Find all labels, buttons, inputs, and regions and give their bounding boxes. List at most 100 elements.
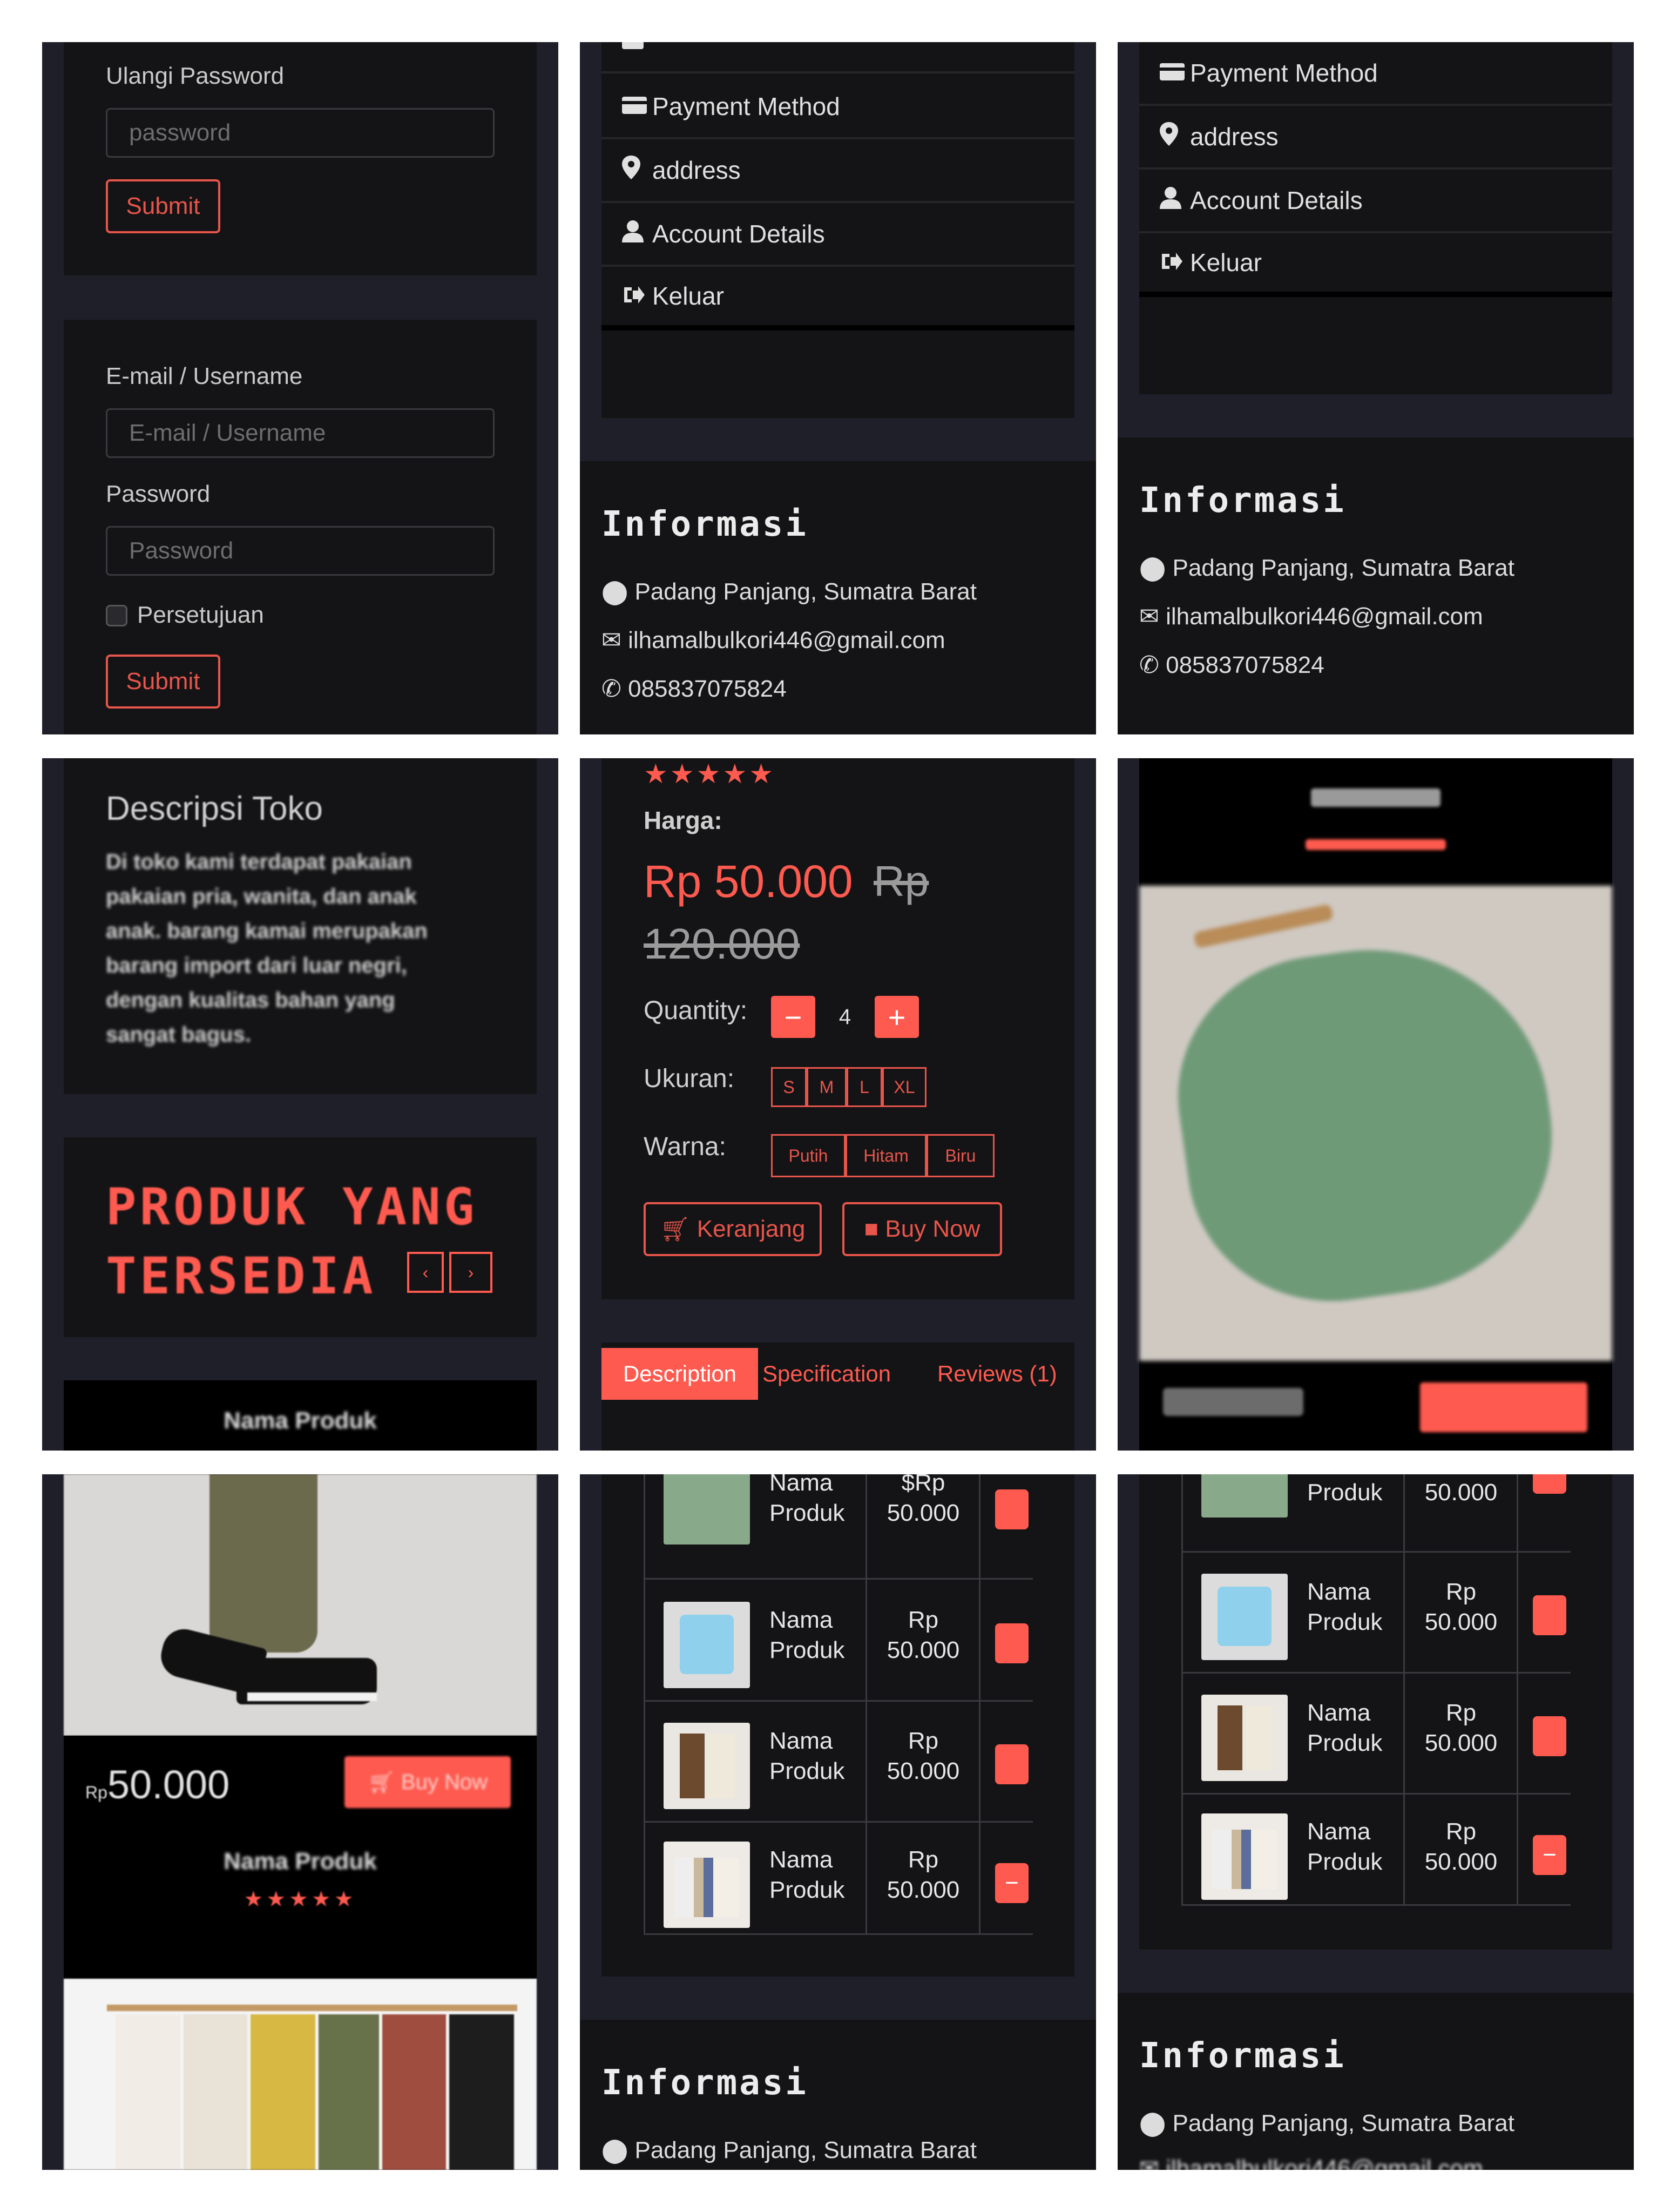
trash-icon[interactable]: [995, 1489, 1029, 1529]
remove-button[interactable]: −: [995, 1863, 1029, 1903]
menu-item-account[interactable]: Account Details: [1139, 170, 1612, 233]
repeat-password-input[interactable]: password: [106, 108, 495, 158]
menu-item-logout[interactable]: Keluar: [1139, 233, 1612, 297]
old-price: 120.000: [644, 920, 800, 968]
panel-product-card-blurred: [1118, 758, 1634, 1451]
password-input[interactable]: Password: [106, 526, 495, 576]
product-card: Nama Produk: [64, 1380, 537, 1451]
buy-now-button[interactable]: 🛒︎ Buy Now: [344, 1756, 511, 1808]
description-card: Descripsi Toko Di toko kami terdapat pak…: [64, 758, 537, 1094]
chevron-left-icon[interactable]: ‹: [407, 1252, 444, 1293]
trash-icon[interactable]: [1533, 1474, 1566, 1494]
product-price: Rp50.000: [1424, 1818, 1498, 1875]
color-option-blue[interactable]: Biru: [927, 1134, 995, 1177]
account-menu: Payment Method address Account Details K…: [1139, 42, 1612, 394]
color-option-white[interactable]: Putih: [771, 1134, 846, 1177]
minus-icon[interactable]: −: [771, 996, 815, 1038]
menu-item-address[interactable]: address: [601, 139, 1074, 203]
info-location: ⬤ Padang Panjang, Sumatra Barat: [601, 578, 977, 605]
info-title: Informasi: [601, 2063, 808, 2103]
menu-label: Account Details: [1190, 186, 1363, 214]
product-name: Nama Produk: [769, 1728, 845, 1784]
color-label: Warna:: [644, 1132, 726, 1161]
cart-icon: 🛒︎: [660, 1216, 697, 1243]
minus-icon: −: [1005, 1870, 1019, 1896]
panel-product-detail: ★★★★★ Harga: Rp 50.000 Rp 120.000 Quanti…: [580, 758, 1096, 1451]
table-row: Nama Produk Rp 50.000 −: [1183, 1794, 1571, 1904]
menu-item-address[interactable]: address: [1139, 106, 1612, 170]
panel-store-description: Descripsi Toko Di toko kami terdapat pak…: [42, 758, 558, 1451]
product-name: [1139, 788, 1612, 810]
trash-icon[interactable]: [1533, 1716, 1566, 1756]
product-name: Nama Produk: [769, 1474, 845, 1526]
size-option-l[interactable]: L: [847, 1067, 882, 1107]
product-name: Nama Produk: [769, 1846, 845, 1903]
table-row: Nama Produk Rp 50.000 −: [645, 1822, 1033, 1933]
buy-now-button[interactable]: [1420, 1382, 1587, 1432]
info-location: ⬤ Padang Panjang, Sumatra Barat: [601, 2137, 977, 2163]
menu-item-payment[interactable]: Payment Method: [601, 76, 1074, 139]
menu-label: Payment Method: [1190, 59, 1378, 87]
submit-button[interactable]: Submit: [106, 179, 220, 233]
tab-description[interactable]: Description: [601, 1348, 758, 1400]
tab-reviews[interactable]: Reviews (1): [937, 1348, 1057, 1400]
password-label: Password: [106, 481, 211, 507]
info-footer: Informasi ⬤ Padang Panjang, Sumatra Bara…: [1118, 437, 1634, 734]
info-email: ✉ ilhamalbulkori446@gmail.com: [601, 627, 945, 653]
cart-card: Nama Produk $Rp 50.000 Nama Produk Rp 50.000…: [601, 1474, 1074, 1977]
panel-cart-table-2: Produk 50.000 Nama Produk Rp 50.000 Nama Pr…: [1118, 1474, 1634, 2170]
info-footer: Informasi ⬤ Padang Panjang, Sumatra Bara…: [1118, 1993, 1634, 2170]
trash-icon[interactable]: [995, 1744, 1029, 1784]
product-price: Rp50.000: [1424, 1579, 1498, 1635]
consent-checkbox[interactable]: [106, 605, 127, 626]
consent-label: Persetujuan: [137, 602, 264, 628]
account-menu: Payment Method address Account Details K…: [601, 42, 1074, 418]
product-thumbnail: [1201, 1574, 1288, 1660]
table-row: Produk 50.000: [1183, 1474, 1571, 1553]
trash-icon[interactable]: [1533, 1595, 1566, 1635]
map-marker-icon: ⬤: [601, 2137, 635, 2163]
chevron-right-icon[interactable]: ›: [449, 1252, 492, 1293]
cart-card: Produk 50.000 Nama Produk Rp 50.000 Nama Pr…: [1139, 1474, 1612, 1950]
color-option-black[interactable]: Hitam: [846, 1134, 927, 1177]
product-name: Nama Produk: [224, 1407, 377, 1434]
envelope-icon: ✉: [1139, 2155, 1166, 2170]
rating-stars: [1139, 839, 1612, 850]
tab-specification[interactable]: Specification: [762, 1348, 891, 1400]
menu-item-orders[interactable]: [601, 42, 1074, 73]
credit-card-icon: [1160, 58, 1190, 87]
info-title: Informasi: [601, 504, 808, 544]
size-option-m[interactable]: M: [807, 1067, 847, 1107]
table-row: Nama Produk Rp 50.000: [1183, 1552, 1571, 1674]
buy-now-button[interactable]: ■ Buy Now: [842, 1202, 1002, 1256]
table-row: Nama Produk Rp 50.000: [1183, 1673, 1571, 1795]
add-to-cart-button[interactable]: 🛒︎ Keranjang: [644, 1202, 822, 1256]
email-label: E-mail / Username: [106, 363, 303, 389]
menu-label: address: [652, 156, 741, 184]
product-thumbnail: [664, 1842, 750, 1928]
remove-button[interactable]: −: [1533, 1835, 1566, 1875]
menu-item-payment[interactable]: Payment Method: [1139, 42, 1612, 106]
panel-account-menu-2: Payment Method address Account Details K…: [1118, 42, 1634, 734]
size-option-xl[interactable]: XL: [882, 1067, 927, 1107]
description-text: Di toko kami terdapat pakaian pakaian pr…: [106, 850, 428, 1047]
submit-button[interactable]: Submit: [106, 655, 220, 709]
map-marker-icon: ⬤: [1139, 2110, 1173, 2136]
panel-account-menu: Payment Method address Account Details K…: [580, 42, 1096, 734]
user-icon: [622, 219, 652, 248]
product-card: Rp50.000 🛒︎ Buy Now Nama Produk ★★★★★: [64, 1736, 537, 1979]
menu-item-account[interactable]: Account Details: [601, 203, 1074, 267]
product-price: [1163, 1388, 1303, 1416]
product-price: Rp50.000: [887, 1846, 960, 1903]
plus-icon[interactable]: +: [875, 996, 919, 1038]
user-icon: [1160, 186, 1190, 215]
menu-item-logout[interactable]: Keluar: [601, 267, 1074, 331]
quantity-label: Quantity:: [644, 996, 748, 1025]
product-thumbnail: [664, 1723, 750, 1809]
product-price: Rp50.000: [85, 1762, 230, 1807]
quantity-value[interactable]: 4: [815, 996, 875, 1038]
trash-icon[interactable]: [995, 1623, 1029, 1663]
price-label: Harga:: [644, 806, 722, 834]
email-input[interactable]: E-mail / Username: [106, 408, 495, 458]
size-option-s[interactable]: S: [771, 1067, 807, 1107]
